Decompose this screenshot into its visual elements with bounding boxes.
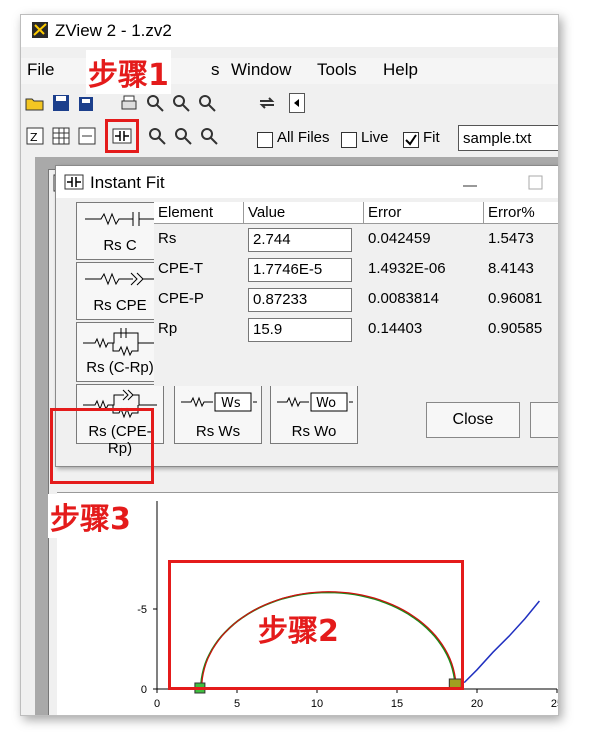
- step1-annotation: 步骤1: [86, 50, 171, 94]
- column-header-error: Error: [364, 202, 484, 224]
- param-error-pct: 8.4143: [488, 260, 534, 277]
- open-folder-icon[interactable]: [25, 93, 45, 113]
- param-value-input[interactable]: 2.744: [248, 228, 352, 252]
- column-header-error-pct: Error%: [484, 202, 558, 224]
- instant-fit-icon: [64, 174, 84, 190]
- save-all-icon[interactable]: [77, 93, 97, 113]
- x-tick-label: 5: [234, 698, 240, 710]
- column-header-element: Element: [154, 202, 244, 224]
- step2-annotation: 步骤2: [258, 614, 339, 649]
- param-value-input[interactable]: 0.87233: [248, 288, 352, 312]
- fit-checkbox[interactable]: [403, 132, 419, 148]
- refresh-arrows-icon[interactable]: [257, 93, 277, 113]
- model-label: Rs CPE: [93, 297, 147, 314]
- model-rs-c-button[interactable]: Rs C: [76, 202, 164, 260]
- param-name: CPE-P: [158, 290, 204, 307]
- zoom-in-icon[interactable]: [147, 126, 167, 146]
- rs-cpe-circuit-icon: [85, 272, 157, 286]
- x-tick-label: 0: [154, 698, 160, 710]
- model-rs-wo-button[interactable]: Wo Rs Wo: [270, 384, 358, 444]
- zoom-tool-icon[interactable]: [145, 93, 165, 113]
- zoom-reset-icon[interactable]: [199, 126, 219, 146]
- menu-partial[interactable]: s: [211, 58, 220, 82]
- maximize-icon[interactable]: [526, 174, 546, 190]
- param-name: Rp: [158, 320, 178, 337]
- spreadsheet-icon[interactable]: [51, 126, 71, 146]
- x-tick-label: 15: [391, 698, 403, 710]
- model-label: Rs C: [103, 237, 137, 254]
- y-tick-label: -5: [137, 604, 147, 616]
- column-header-value: Value: [244, 202, 364, 224]
- close-button[interactable]: Close: [426, 402, 520, 438]
- parameter-grid: Element Value Error Error% Rs 2.744 0.04…: [154, 202, 558, 386]
- rs-c-rp-circuit-icon: [83, 328, 156, 357]
- param-error: 0.042459: [368, 230, 431, 247]
- menu-file[interactable]: File: [27, 58, 54, 82]
- step3-annotation: 步骤3: [48, 494, 133, 538]
- svg-text:Ws: Ws: [221, 396, 241, 411]
- fit-label: Fit: [423, 129, 440, 146]
- z-data-icon[interactable]: Z: [25, 126, 45, 146]
- menu-window[interactable]: Window: [231, 58, 291, 82]
- param-name: Rs: [158, 230, 177, 247]
- all-files-checkbox[interactable]: [257, 132, 273, 148]
- menu-help[interactable]: Help: [383, 58, 418, 82]
- model-rs-cpe-button[interactable]: Rs CPE: [76, 262, 164, 320]
- param-error: 0.0083814: [368, 290, 439, 307]
- print-icon[interactable]: [119, 93, 139, 113]
- x-tick-label: 10: [311, 698, 323, 710]
- model-rs-c-rp-button[interactable]: Rs (C-Rp): [76, 322, 164, 382]
- tail-curve: [463, 600, 540, 684]
- live-label: Live: [361, 129, 389, 146]
- dialog-title-bar: Instant Fit: [56, 166, 558, 198]
- minimize-icon[interactable]: [460, 174, 480, 190]
- model-label: Rs (C-Rp): [86, 359, 154, 376]
- checkmark-icon: [405, 134, 417, 146]
- scroll-left-button[interactable]: [289, 93, 305, 113]
- file-name-field[interactable]: sample.txt: [458, 125, 558, 151]
- zview-app-icon: [32, 22, 48, 38]
- rs-wo-circuit-icon: Wo: [277, 392, 353, 412]
- x-tick-label: 25: [551, 698, 559, 710]
- menu-tools[interactable]: Tools: [317, 58, 357, 82]
- param-error-pct: 0.90585: [488, 320, 543, 337]
- circuit-editor-icon[interactable]: [77, 126, 97, 146]
- step3-highlight: [50, 408, 154, 484]
- svg-text:Wo: Wo: [316, 396, 336, 411]
- rs-c-circuit-icon: [85, 212, 157, 226]
- zoom-out-tool-icon[interactable]: [171, 93, 191, 113]
- all-files-label: All Files: [277, 129, 330, 146]
- help-button[interactable]: He: [530, 402, 558, 438]
- live-checkbox[interactable]: [341, 132, 357, 148]
- model-label: Rs Ws: [195, 423, 241, 440]
- triangle-left-icon: [294, 99, 299, 107]
- instant-fit-icon[interactable]: [112, 126, 132, 146]
- model-rs-ws-button[interactable]: Ws Rs Ws: [174, 384, 262, 444]
- x-tick-label: 20: [471, 698, 483, 710]
- save-icon[interactable]: [51, 93, 71, 113]
- rs-ws-circuit-icon: Ws: [181, 392, 257, 412]
- param-error: 0.14403: [368, 320, 423, 337]
- title-bar: ZView 2 - 1.zv2: [21, 15, 558, 47]
- param-error: 1.4932E-06: [368, 260, 446, 277]
- window-title: ZView 2 - 1.zv2: [55, 21, 172, 40]
- model-label: Rs Wo: [291, 423, 337, 440]
- dialog-title: Instant Fit: [90, 173, 165, 192]
- zoom-region-icon[interactable]: [173, 126, 193, 146]
- param-name: CPE-T: [158, 260, 203, 277]
- toolbar-row-2: Z All Files Live Fit sample.txt: [21, 119, 558, 153]
- svg-text:Z: Z: [30, 131, 38, 144]
- param-value-input[interactable]: 1.7746E-5: [248, 258, 352, 282]
- zoom-fit-icon[interactable]: [197, 93, 217, 113]
- param-error-pct: 0.96081: [488, 290, 543, 307]
- param-value-input[interactable]: 15.9: [248, 318, 352, 342]
- y-tick-label: 0: [141, 684, 147, 696]
- param-error-pct: 1.5473: [488, 230, 534, 247]
